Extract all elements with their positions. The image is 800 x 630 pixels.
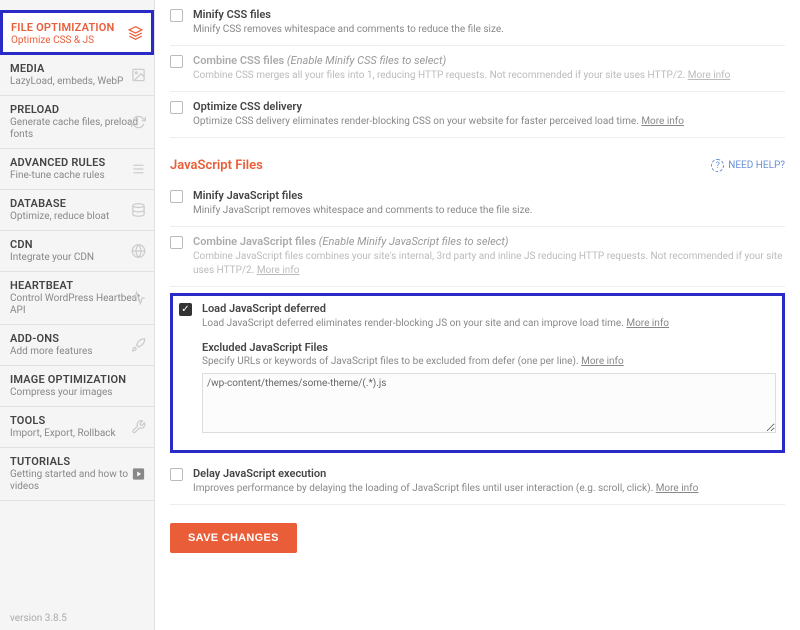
sidebar-item-title: CDN [10, 238, 144, 251]
setting-title: Combine JavaScript files (Enable Minify … [193, 235, 785, 248]
setting-delay-js: Delay JavaScript execution Improves perf… [170, 459, 785, 505]
sidebar-item-database[interactable]: DATABASE Optimize, reduce bloat [0, 190, 154, 231]
setting-title: Optimize CSS delivery [193, 100, 785, 113]
sidebar: FILE OPTIMIZATION Optimize CSS & JS MEDI… [0, 0, 155, 630]
more-info-link[interactable]: More info [641, 116, 684, 127]
sidebar-item-heartbeat[interactable]: HEARTBEAT Control WordPress Heartbeat AP… [0, 272, 154, 325]
layers-icon [128, 25, 143, 40]
sliders-icon [131, 162, 146, 177]
image-icon [131, 68, 146, 83]
setting-desc: Improves performance by delaying the loa… [193, 482, 785, 496]
sidebar-item-file-optimization[interactable]: FILE OPTIMIZATION Optimize CSS & JS [0, 10, 154, 55]
excluded-js-textarea[interactable] [202, 373, 776, 433]
checkbox-minify-css[interactable] [170, 9, 183, 22]
section-header-js: JavaScript Files ? NEED HELP? [170, 158, 785, 173]
setting-desc: Minify CSS removes whitespace and commen… [193, 23, 785, 37]
setting-title: Minify CSS files [193, 8, 785, 21]
version-label: version 3.8.5 [0, 607, 154, 630]
need-help-label: NEED HELP? [728, 160, 785, 171]
rocket-icon [131, 338, 146, 353]
setting-desc: Optimize CSS delivery eliminates render-… [193, 115, 785, 129]
sidebar-item-title: HEARTBEAT [10, 279, 144, 292]
setting-desc: Combine CSS merges all your files into 1… [193, 69, 785, 83]
sidebar-item-sub: Integrate your CDN [10, 252, 144, 264]
excluded-js-desc: Specify URLs or keywords of JavaScript f… [202, 356, 776, 367]
sidebar-item-title: IMAGE OPTIMIZATION [10, 373, 144, 386]
setting-title: Load JavaScript deferred [202, 302, 776, 315]
sidebar-item-cdn[interactable]: CDN Integrate your CDN [0, 231, 154, 272]
sidebar-item-image-optimization[interactable]: IMAGE OPTIMIZATION Compress your images [0, 366, 154, 407]
sidebar-item-title: DATABASE [10, 197, 144, 210]
sidebar-item-advanced-rules[interactable]: ADVANCED RULES Fine-tune cache rules [0, 149, 154, 190]
sidebar-item-sub: Add more features [10, 346, 144, 358]
sidebar-item-add-ons[interactable]: ADD-ONS Add more features [0, 325, 154, 366]
sidebar-item-title: ADVANCED RULES [10, 156, 144, 169]
more-info-link[interactable]: More info [688, 70, 731, 81]
setting-desc: Combine JavaScript files combines your s… [193, 250, 785, 278]
sidebar-item-title: ADD-ONS [10, 332, 144, 345]
setting-title: Minify JavaScript files [193, 189, 785, 202]
help-icon: ? [711, 159, 724, 172]
globe-icon [131, 244, 146, 259]
checkbox-combine-css[interactable] [170, 55, 183, 68]
sidebar-item-title: TOOLS [10, 414, 144, 427]
sidebar-item-media[interactable]: MEDIA LazyLoad, embeds, WebP [0, 55, 154, 96]
setting-optimize-css-delivery: Optimize CSS delivery Optimize CSS deliv… [170, 92, 785, 138]
setting-title: Delay JavaScript execution [193, 467, 785, 480]
checkbox-minify-js[interactable] [170, 190, 183, 203]
setting-desc: Minify JavaScript removes whitespace and… [193, 204, 785, 218]
play-icon [131, 467, 146, 482]
sidebar-item-sub: Optimize CSS & JS [11, 35, 143, 47]
sidebar-item-tutorials[interactable]: TUTORIALS Getting started and how to vid… [0, 448, 154, 501]
checkbox-delay-js[interactable] [170, 468, 183, 481]
setting-desc: Load JavaScript deferred eliminates rend… [202, 317, 776, 331]
highlighted-defer-section: Load JavaScript deferred Load JavaScript… [170, 293, 785, 453]
db-icon [131, 203, 146, 218]
wrench-icon [131, 420, 146, 435]
sidebar-item-sub: Compress your images [10, 387, 144, 399]
checkbox-combine-js[interactable] [170, 236, 183, 249]
setting-combine-css: Combine CSS files (Enable Minify CSS fil… [170, 46, 785, 92]
checkbox-optimize-css-delivery[interactable] [170, 101, 183, 114]
more-info-link[interactable]: More info [626, 318, 669, 329]
setting-defer-js: Load JavaScript deferred Load JavaScript… [179, 302, 776, 444]
setting-minify-js: Minify JavaScript files Minify JavaScrip… [170, 181, 785, 227]
sidebar-item-title: FILE OPTIMIZATION [11, 21, 143, 34]
more-info-link[interactable]: More info [257, 265, 300, 276]
sidebar-item-sub: Optimize, reduce bloat [10, 211, 144, 223]
sidebar-item-sub: LazyLoad, embeds, WebP [10, 76, 144, 88]
need-help-link[interactable]: ? NEED HELP? [711, 159, 785, 172]
sidebar-item-title: PRELOAD [10, 103, 144, 116]
setting-minify-css: Minify CSS files Minify CSS removes whit… [170, 0, 785, 46]
setting-combine-js: Combine JavaScript files (Enable Minify … [170, 227, 785, 287]
setting-title: Combine CSS files (Enable Minify CSS fil… [193, 54, 785, 67]
heart-icon [131, 291, 146, 306]
section-title: JavaScript Files [170, 158, 263, 173]
more-info-link[interactable]: More info [656, 483, 699, 494]
sidebar-item-sub: Getting started and how to videos [10, 469, 144, 493]
save-changes-button[interactable]: SAVE CHANGES [170, 523, 297, 553]
sidebar-item-sub: Import, Export, Rollback [10, 428, 144, 440]
excluded-js-title: Excluded JavaScript Files [202, 341, 776, 354]
main-content: Minify CSS files Minify CSS removes whit… [155, 0, 800, 630]
checkbox-defer-js[interactable] [179, 303, 192, 316]
sidebar-item-sub: Control WordPress Heartbeat API [10, 293, 144, 317]
sidebar-item-tools[interactable]: TOOLS Import, Export, Rollback [0, 407, 154, 448]
more-info-link[interactable]: More info [581, 356, 624, 367]
sidebar-item-title: TUTORIALS [10, 455, 144, 468]
sidebar-item-title: MEDIA [10, 62, 144, 75]
sidebar-item-sub: Fine-tune cache rules [10, 170, 144, 182]
sidebar-item-preload[interactable]: PRELOAD Generate cache files, preload fo… [0, 96, 154, 149]
refresh-icon [131, 115, 146, 130]
sidebar-item-sub: Generate cache files, preload fonts [10, 117, 144, 141]
